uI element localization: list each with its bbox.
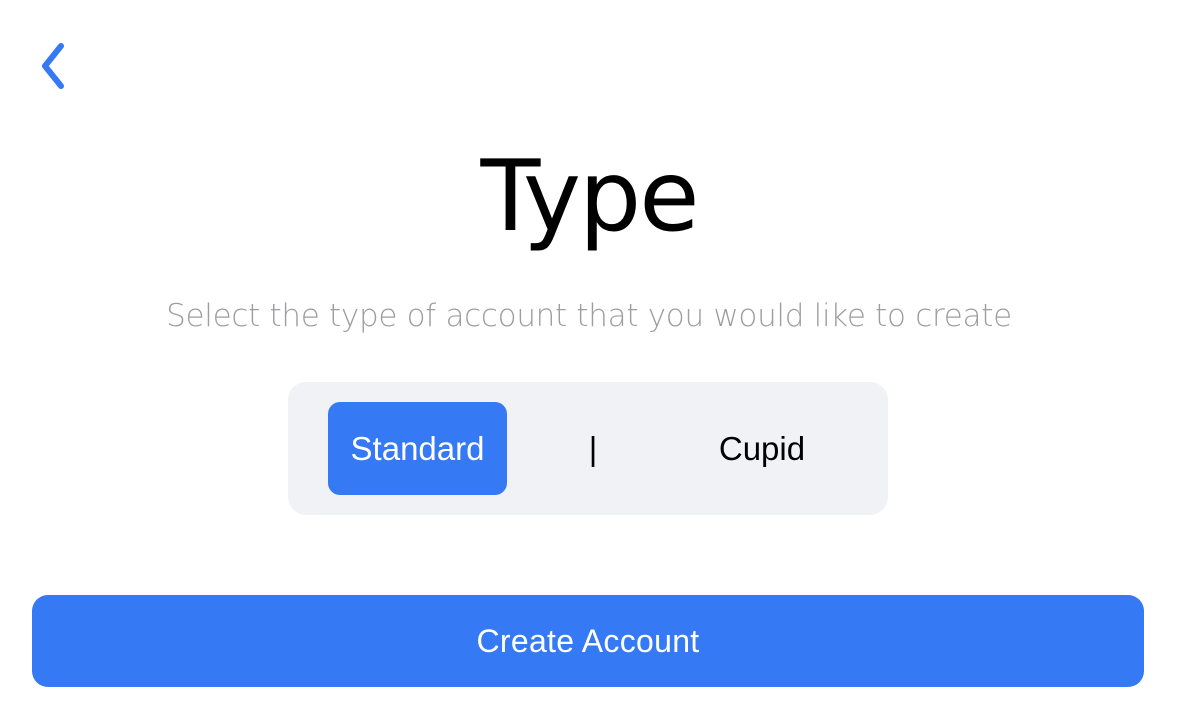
create-account-button[interactable]: Create Account (32, 595, 1144, 687)
back-button[interactable] (28, 36, 76, 96)
segment-cupid[interactable]: Cupid (676, 402, 848, 495)
segment-standard[interactable]: Standard (328, 402, 507, 495)
segment-separator: | (588, 429, 598, 467)
account-type-selector: Standard | Cupid (288, 382, 888, 515)
chevron-left-icon (35, 38, 69, 94)
page-title: Type (480, 140, 699, 254)
page-subtitle: Select the type of account that you woul… (166, 298, 1012, 334)
